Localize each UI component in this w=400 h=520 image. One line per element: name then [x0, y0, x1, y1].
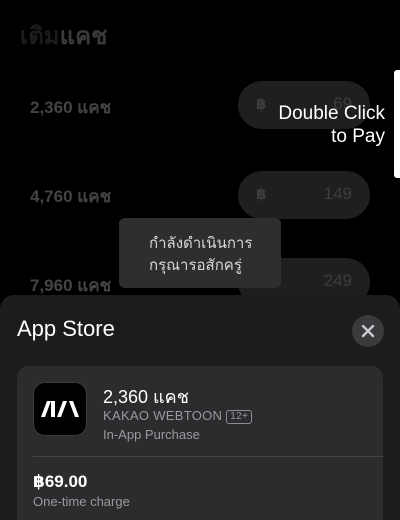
- close-button[interactable]: [352, 315, 384, 347]
- webtoon-logo-icon: [41, 401, 79, 417]
- background-row-amount: 2,360 แคช: [30, 98, 112, 117]
- background-title: เติมแคช: [20, 16, 107, 55]
- double-click-to-pay-hint: Double Click to Pay: [278, 102, 385, 148]
- hint-line-1: Double Click: [278, 103, 385, 124]
- hint-line-2: to Pay: [331, 126, 385, 147]
- purchase-type: In-App Purchase: [103, 427, 200, 442]
- side-button-indicator: [394, 70, 400, 178]
- item-name: 2,360 แคช: [103, 387, 189, 407]
- background-price-button: ฿ 149: [238, 171, 370, 219]
- card-divider: [33, 456, 383, 457]
- baht-symbol: ฿: [256, 96, 267, 113]
- background-row-amount: 4,760 แคช: [30, 187, 112, 206]
- background-price: 149: [323, 184, 352, 203]
- kakao-webtoon-app-icon: [33, 382, 87, 436]
- baht-symbol: ฿: [256, 186, 267, 203]
- purchase-price: ฿69.00: [33, 472, 88, 491]
- sheet-title: App Store: [17, 316, 115, 341]
- charge-type: One-time charge: [33, 494, 130, 509]
- background-title-text: แคช: [59, 23, 108, 50]
- toast-line-1: กำลังดำเนินการ: [149, 235, 253, 252]
- toast-line-2: กรุณารอสักครู่: [149, 257, 242, 274]
- processing-toast: กำลังดำเนินการ กรุณารอสักครู่: [119, 218, 281, 288]
- developer-label: KAKAO WEBTOON: [103, 408, 223, 423]
- age-rating-badge: 12+: [226, 410, 253, 424]
- background-title-prefix: เติม: [20, 23, 60, 50]
- developer-name: KAKAO WEBTOON 12+: [103, 408, 253, 424]
- purchase-details-card: 2,360 แคช KAKAO WEBTOON 12+ In-App Purcha…: [17, 366, 383, 520]
- close-icon: [361, 324, 375, 338]
- background-price: 249: [323, 271, 352, 290]
- app-store-payment-sheet: App Store 2,360 แคช KAKAO WEBTOON 12+ In-…: [0, 295, 400, 520]
